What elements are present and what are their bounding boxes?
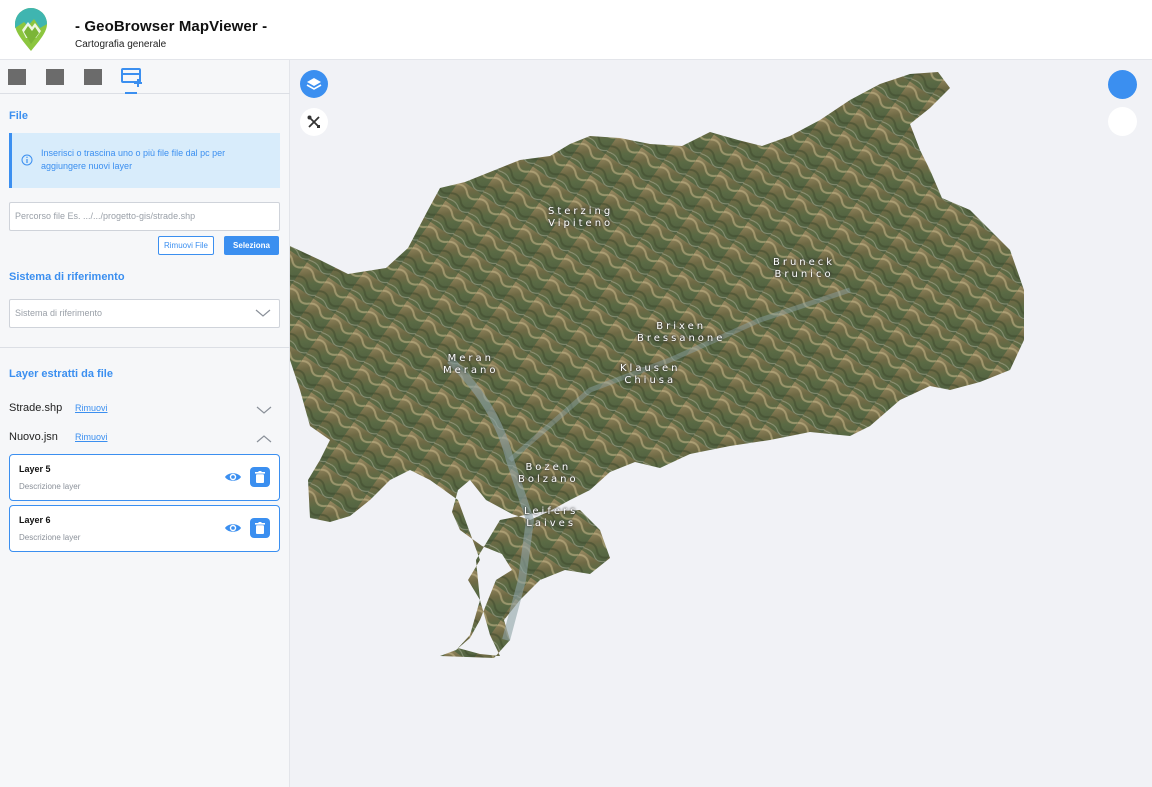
delete-layer-button[interactable] <box>250 518 270 538</box>
place-label: Klausen Chiusa <box>620 363 681 386</box>
app-subtitle: Cartografia generale <box>75 39 167 50</box>
file-row-strade[interactable]: Strade.shp Rimuovi <box>9 402 274 418</box>
sidebar-panel: File Inserisci o trascina uno o più file… <box>0 60 290 787</box>
app-title: - GeoBrowser MapViewer - <box>75 18 268 35</box>
layer-title: Layer 5 <box>19 464 51 474</box>
layer-title: Layer 6 <box>19 515 51 525</box>
layers-icon <box>306 78 322 90</box>
file-section-title: File <box>9 110 28 122</box>
layer-description: Descrizione layer <box>19 482 81 491</box>
place-label: Sterzing Vipiteno <box>548 206 614 229</box>
trash-icon <box>255 522 265 534</box>
layers-button[interactable] <box>300 70 328 98</box>
map-action-button[interactable] <box>1108 70 1137 99</box>
trash-icon <box>255 471 265 483</box>
app-header: - GeoBrowser MapViewer - Cartografia gen… <box>0 0 1152 60</box>
info-icon <box>21 154 33 166</box>
sidebar-tabbar <box>0 60 290 94</box>
map-action-button[interactable] <box>1108 107 1137 136</box>
chevron-down-icon[interactable] <box>256 405 272 415</box>
layer-card[interactable]: Layer 6 Descrizione layer <box>9 505 280 552</box>
add-layer-tab-icon[interactable] <box>120 66 144 94</box>
eye-icon[interactable] <box>224 470 242 484</box>
layer-description: Descrizione layer <box>19 533 81 542</box>
crs-select-placeholder: Sistema di riferimento <box>15 308 103 318</box>
remove-file-link[interactable]: Rimuovi <box>75 403 108 413</box>
layer-card[interactable]: Layer 5 Descrizione layer <box>9 454 280 501</box>
file-row-nuovo[interactable]: Nuovo.jsn Rimuovi <box>9 431 274 447</box>
remove-files-button[interactable]: Rimuovi File <box>158 236 214 255</box>
info-text: Inserisci o trascina uno o più file file… <box>41 148 226 171</box>
section-divider <box>0 347 290 348</box>
remove-file-link[interactable]: Rimuovi <box>75 432 108 442</box>
tools-button[interactable] <box>300 108 328 136</box>
active-tab-indicator <box>125 92 137 94</box>
crs-section-title: Sistema di riferimento <box>9 271 125 283</box>
delete-layer-button[interactable] <box>250 467 270 487</box>
file-name: Strade.shp <box>9 402 63 414</box>
app-logo-icon <box>15 8 47 51</box>
tools-icon <box>307 115 320 128</box>
tab-2-icon[interactable] <box>46 69 64 85</box>
terrain-map-region[interactable] <box>290 60 1152 787</box>
file-path-input[interactable]: Percorso file Es. .../.../progetto-gis/s… <box>9 202 280 231</box>
file-name: Nuovo.jsn <box>9 431 58 443</box>
eye-icon[interactable] <box>224 521 242 535</box>
place-label: Meran Merano <box>443 353 499 376</box>
chevron-up-icon[interactable] <box>256 434 272 444</box>
select-file-button[interactable]: Seleziona <box>224 236 279 255</box>
place-label: Bozen Bolzano <box>518 462 579 485</box>
place-label: Brixen Bressanone <box>637 321 726 344</box>
tab-3-icon[interactable] <box>84 69 102 85</box>
map-canvas[interactable]: Sterzing Vipiteno Bruneck Brunico Brixen Br… <box>290 60 1152 787</box>
info-message: Inserisci o trascina uno o più file file… <box>9 133 280 188</box>
place-label: Leifers Laives <box>524 506 579 529</box>
layers-section-title: Layer estratti da file <box>9 368 113 380</box>
crs-select[interactable]: Sistema di riferimento <box>9 299 280 328</box>
tab-1-icon[interactable] <box>8 69 26 85</box>
place-label: Bruneck Brunico <box>773 257 836 280</box>
chevron-down-icon <box>255 309 271 317</box>
